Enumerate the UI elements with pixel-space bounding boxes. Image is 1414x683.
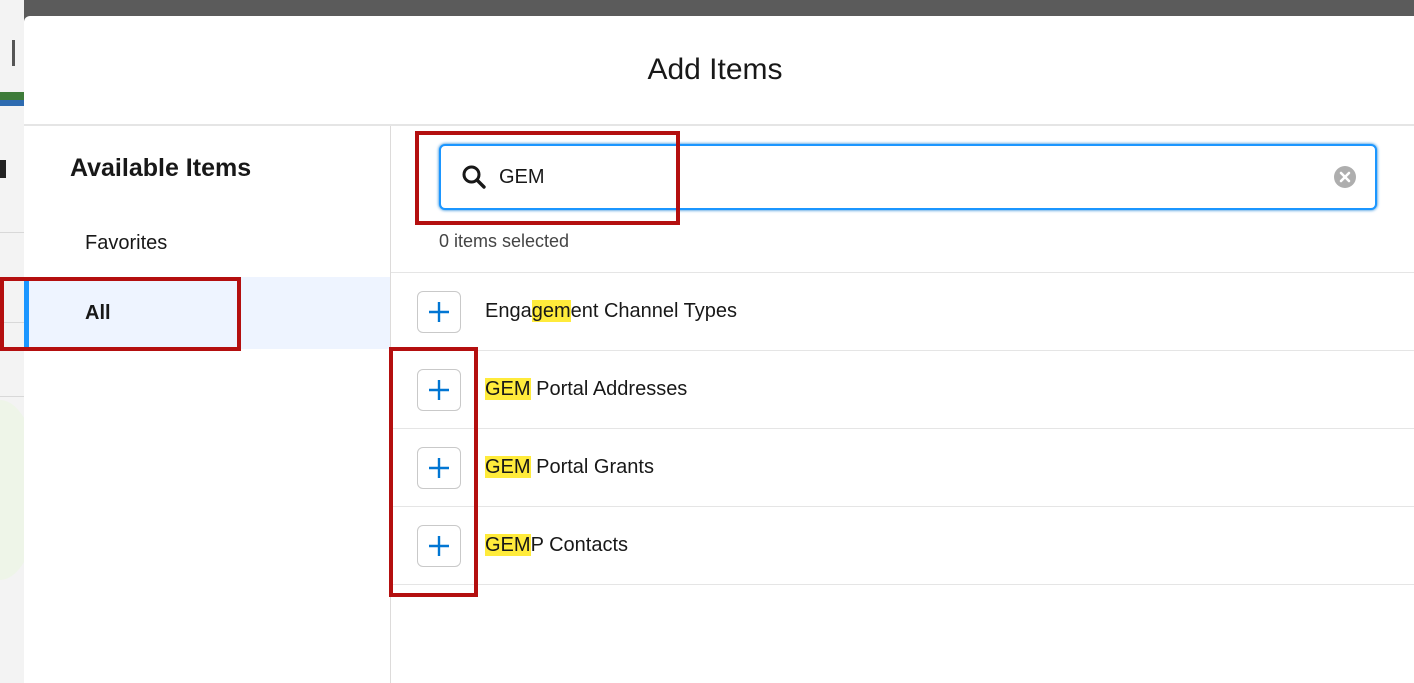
add-item-button[interactable] xyxy=(417,446,461,489)
background-glyph xyxy=(0,160,6,178)
search-input[interactable] xyxy=(499,157,1333,197)
search-highlight: GEM xyxy=(485,378,531,400)
background-glyph xyxy=(12,40,15,66)
add-item-button[interactable] xyxy=(417,290,461,333)
search-box[interactable] xyxy=(439,144,1377,210)
background-tab-bar xyxy=(0,92,24,100)
plus-icon xyxy=(429,457,449,478)
plus-icon xyxy=(429,379,449,400)
item-label: Engagement Channel Types xyxy=(485,300,737,323)
label-suffix: ent Channel Types xyxy=(570,300,738,322)
plus-icon xyxy=(429,301,449,322)
clear-icon[interactable] xyxy=(1333,165,1357,189)
label-prefix: Enga xyxy=(485,300,532,322)
list-item: GEMP Contacts xyxy=(391,507,1414,585)
results-list: Engagement Channel Types GEM Portal Addr… xyxy=(391,272,1414,585)
background-tab-bar-accent xyxy=(0,100,24,106)
items-panel: 0 items selected Engagement Channel Type… xyxy=(391,126,1414,683)
background-decoration xyxy=(0,400,24,580)
background-divider xyxy=(0,322,24,323)
label-suffix: P Contacts xyxy=(530,534,629,556)
sidebar-item-favorites[interactable]: Favorites xyxy=(24,220,390,266)
add-items-modal: Add Items Available Items Favorites All … xyxy=(24,16,1414,683)
sidebar-item-label: All xyxy=(85,301,111,324)
add-item-button[interactable] xyxy=(417,524,461,567)
modal-header: Add Items xyxy=(24,16,1414,126)
search-icon xyxy=(462,165,486,189)
sidebar-heading: Available Items xyxy=(70,154,252,182)
search-highlight: gem xyxy=(531,300,571,322)
label-suffix: Portal Grants xyxy=(530,456,654,478)
background-divider xyxy=(0,396,24,397)
modal-title: Add Items xyxy=(647,53,783,86)
list-item: GEM Portal Addresses xyxy=(391,351,1414,429)
list-item: GEM Portal Grants xyxy=(391,429,1414,507)
background-page xyxy=(0,0,24,683)
sidebar-item-all[interactable]: All xyxy=(24,277,390,349)
list-item: Engagement Channel Types xyxy=(391,273,1414,351)
available-items-sidebar: Available Items Favorites All xyxy=(24,126,391,683)
search-highlight: GEM xyxy=(485,456,531,478)
add-item-button[interactable] xyxy=(417,368,461,411)
background-divider xyxy=(0,232,24,233)
selected-count: 0 items selected xyxy=(439,231,570,251)
item-label: GEMP Contacts xyxy=(485,534,628,557)
search-highlight: GEM xyxy=(485,534,531,556)
sidebar-item-label: Favorites xyxy=(85,231,168,254)
item-label: GEM Portal Addresses xyxy=(485,378,687,401)
item-label: GEM Portal Grants xyxy=(485,456,654,479)
label-suffix: Portal Addresses xyxy=(530,378,688,400)
plus-icon xyxy=(429,535,449,556)
